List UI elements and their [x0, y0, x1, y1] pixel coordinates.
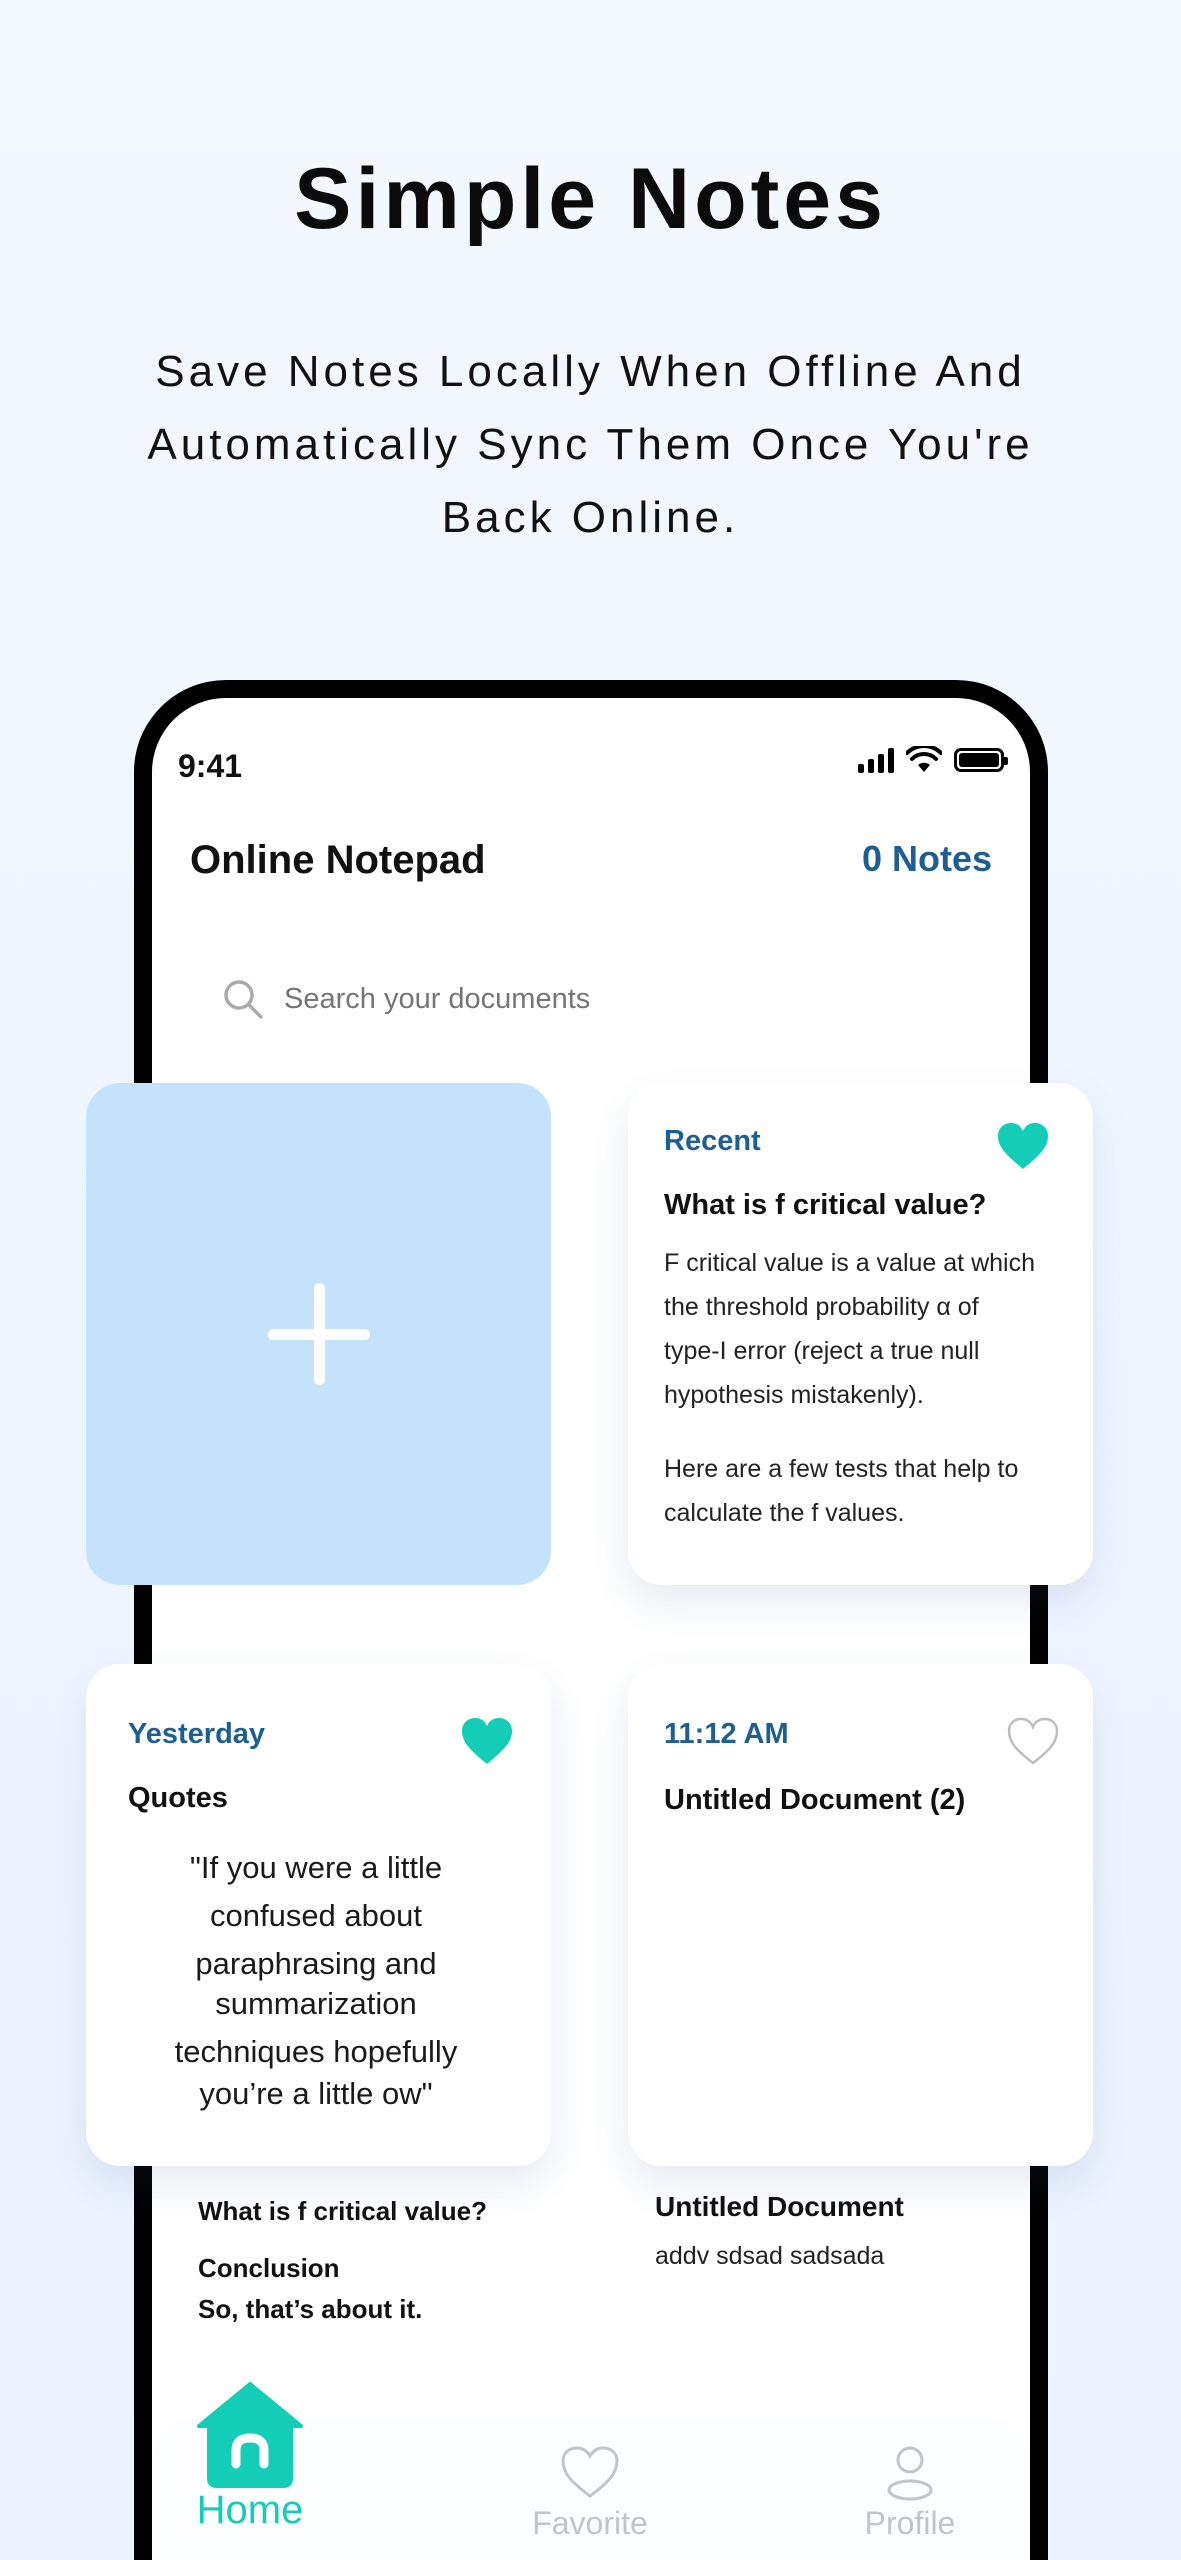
list-item-title[interactable]: Untitled Document: [655, 2191, 904, 2223]
heart-filled-icon[interactable]: [996, 1121, 1050, 1171]
note-title: Untitled Document (2): [664, 1784, 966, 1816]
list-item-subtitle: addv sdsad sadsada: [655, 2242, 885, 2270]
status-time: 9:41: [178, 748, 243, 784]
note-body: "If you were a little confused about par…: [146, 1844, 486, 2118]
nav-home[interactable]: Home: [180, 2380, 320, 2533]
hero-subtitle: Save Notes Locally When Offline And Auto…: [100, 335, 1081, 554]
notes-count: 0 Notes: [861, 838, 992, 879]
battery-icon: [954, 748, 1008, 772]
note-date-label: Yesterday: [128, 1718, 266, 1750]
note-card-untitled-2[interactable]: 11:12 AM Untitled Document (2): [628, 1664, 1093, 2166]
note-body-line: techniques hopefully: [174, 2034, 458, 2069]
hero-title: Simple Notes: [294, 151, 887, 247]
plus-icon: [268, 1283, 370, 1385]
note-card-recent[interactable]: Recent What is f critical value? F criti…: [628, 1083, 1093, 1585]
hero-subtitle-line: Save Notes Locally When Offline And: [155, 347, 1026, 396]
heart-outline-icon[interactable]: [1006, 1716, 1060, 1766]
note-body-line: the threshold probability α of: [664, 1293, 979, 1321]
wifi-icon: [906, 746, 942, 772]
note-body-line: calculate the f values.: [664, 1499, 905, 1527]
nav-favorite[interactable]: Favorite: [520, 2445, 660, 2542]
hero-subtitle-line: Automatically Sync Them Once You're: [147, 420, 1034, 469]
nav-profile-label: Profile: [864, 2505, 956, 2541]
hero-subtitle-line: Back Online.: [441, 493, 740, 542]
note-card-yesterday[interactable]: Yesterday Quotes "If you were a little c…: [86, 1664, 551, 2166]
note-body-line: type-I error (reject a true null: [664, 1337, 980, 1365]
heart-outline-icon: [561, 2446, 619, 2498]
note-body-line: confused about: [209, 1898, 422, 1933]
note-title: Quotes: [128, 1782, 228, 1814]
nav-profile[interactable]: Profile: [840, 2445, 980, 2542]
user-icon: [887, 2446, 933, 2501]
app-title: Online Notepad: [190, 838, 486, 882]
home-icon: [197, 2382, 303, 2488]
note-date-label: 11:12 AM: [664, 1718, 789, 1750]
search-input[interactable]: [284, 982, 784, 1016]
note-title: What is f critical value?: [664, 1189, 987, 1221]
heart-filled-icon[interactable]: [460, 1716, 514, 1766]
list-item-title[interactable]: What is f critical value?: [198, 2196, 487, 2227]
note-body-line: hypothesis mistakenly).: [664, 1381, 924, 1409]
status-icons: [858, 746, 1008, 774]
list-item-subtitle: Conclusion: [198, 2253, 340, 2283]
signal-icon: [858, 747, 894, 773]
note-body-line: Here are a few tests that help to: [664, 1455, 1019, 1483]
nav-favorite-label: Favorite: [532, 2505, 648, 2541]
note-body-line: you’re a little ow": [199, 2076, 433, 2111]
nav-home-label: Home: [196, 2488, 304, 2532]
note-date-label: Recent: [664, 1125, 761, 1157]
add-note-button[interactable]: [86, 1083, 551, 1585]
list-item-subtitle: So, that’s about it.: [198, 2294, 423, 2324]
search-icon: [224, 980, 263, 1019]
note-body: F critical value is a value at which the…: [664, 1241, 1074, 1535]
note-body-line: "If you were a little: [189, 1850, 443, 1885]
note-body-line: F critical value is a value at which: [664, 1249, 1035, 1277]
search-bar[interactable]: [222, 978, 784, 1020]
